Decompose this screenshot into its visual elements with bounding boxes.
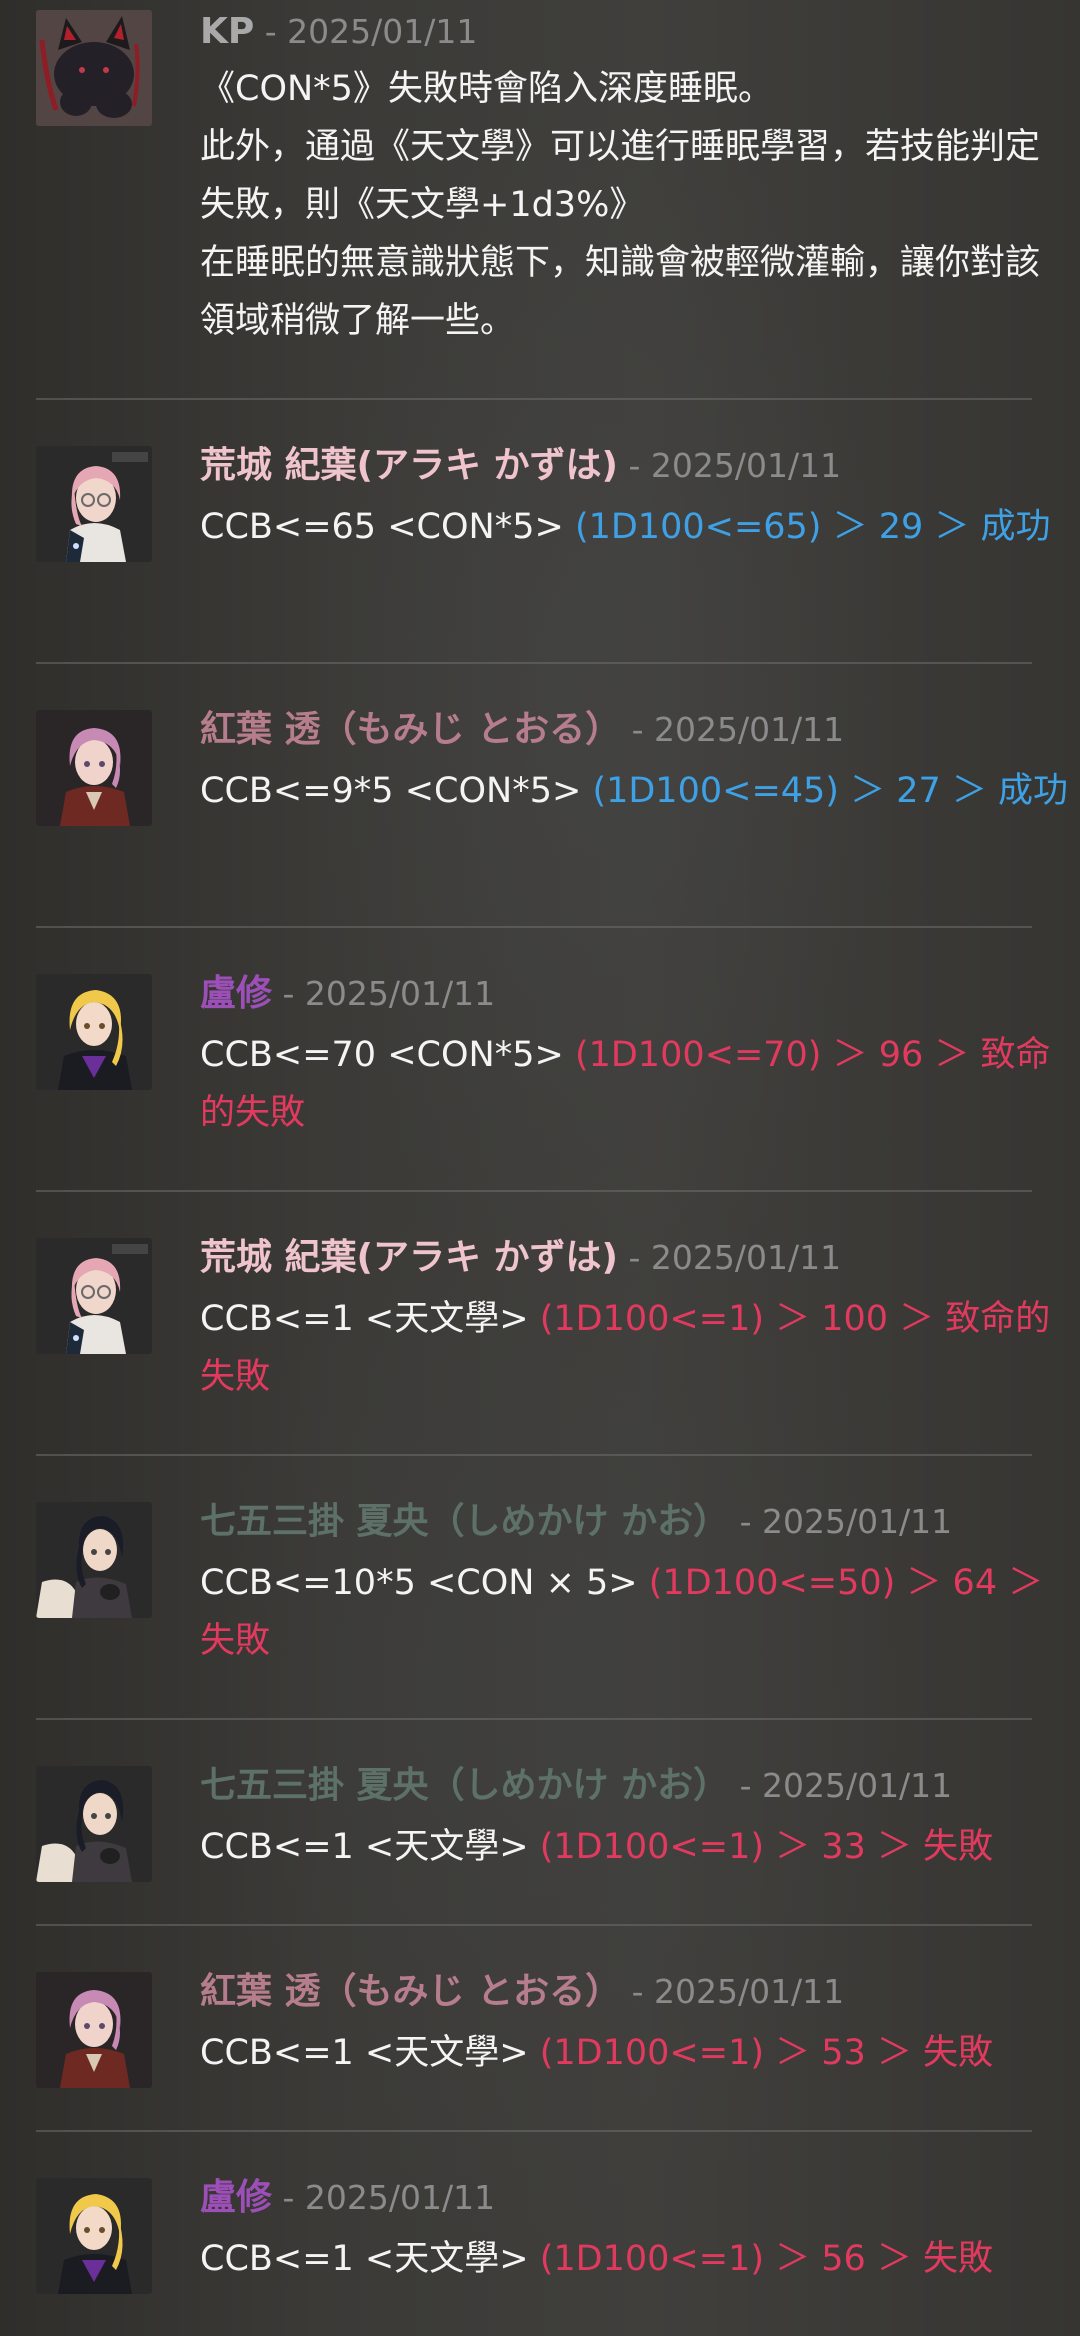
message-body: CCB<=9*5 <CON*5> (1D100<=45) ＞ 27 ＞ 成功 bbox=[200, 762, 1070, 820]
timestamp: 2025/01/11 bbox=[650, 446, 842, 485]
author-name: 盧修 bbox=[200, 2177, 273, 2218]
separator: - bbox=[272, 974, 305, 1013]
avatar-kao[interactable] bbox=[36, 1502, 152, 1618]
dice-result: (1D100<=45) ＞ 27 ＞ 成功 bbox=[592, 771, 1068, 811]
avatar-toru[interactable] bbox=[36, 710, 152, 826]
separator: - bbox=[254, 12, 288, 51]
dice-command: CCB<=1 <天文學> bbox=[200, 2239, 529, 2279]
separator: - bbox=[621, 1972, 654, 2011]
avatar-kazuha[interactable] bbox=[36, 1238, 152, 1354]
character-portrait-icon bbox=[36, 1238, 152, 1354]
chat-message: 盧修 - 2025/01/11 CCB<=70 <CON*5> (1D100<=… bbox=[36, 926, 1051, 1192]
message-line: 在睡眠的無意識狀態下，知識會被輕微灌輸，讓你對該領域稍微了解一些。 bbox=[200, 243, 1041, 341]
author-name: 七五三掛 夏央（しめかけ かお） bbox=[200, 1765, 730, 1806]
dice-result: (1D100<=1) ＞ 56 ＞ 失敗 bbox=[539, 2239, 994, 2279]
dice-result: (1D100<=1) ＞ 33 ＞ 失敗 bbox=[539, 1827, 994, 1867]
chat-message: 荒城 紀葉(アラキ かずは) - 2025/01/11 CCB<=65 <CON… bbox=[36, 398, 1051, 664]
chat-message: 紅葉 透（もみじ とおる） - 2025/01/11 CCB<=1 <天文學> … bbox=[36, 1924, 1032, 2132]
author-name: KP bbox=[200, 11, 255, 52]
message-body: CCB<=65 <CON*5> (1D100<=65) ＞ 29 ＞ 成功 bbox=[200, 498, 1070, 556]
message-body: CCB<=1 <天文學> (1D100<=1) ＞ 33 ＞ 失敗 bbox=[200, 1818, 1070, 1876]
black-cat-avatar-icon bbox=[36, 10, 152, 126]
dice-command: CCB<=10*5 <CON × 5> bbox=[200, 1563, 638, 1603]
separator: - bbox=[617, 1238, 651, 1277]
chat-message: 紅葉 透（もみじ とおる） - 2025/01/11 CCB<=9*5 <CON… bbox=[36, 662, 1068, 928]
avatar-kp[interactable] bbox=[36, 10, 152, 126]
message-header: KP - 2025/01/11 bbox=[200, 12, 1070, 52]
message-body: CCB<=70 <CON*5> (1D100<=70) ＞ 96 ＞ 致命的失敗 bbox=[200, 1026, 1070, 1142]
character-portrait-icon bbox=[36, 1766, 152, 1882]
message-header: 荒城 紀葉(アラキ かずは) - 2025/01/11 bbox=[200, 1238, 1070, 1278]
dice-command: CCB<=65 <CON*5> bbox=[200, 507, 564, 547]
separator: - bbox=[729, 1502, 762, 1541]
timestamp: 2025/01/11 bbox=[761, 1766, 953, 1805]
message-line: 《CON*5》失敗時會陷入深度睡眠。 bbox=[200, 69, 773, 109]
message-header: 七五三掛 夏央（しめかけ かお） - 2025/01/11 bbox=[200, 1502, 1070, 1542]
message-line: 此外，通過《天文學》可以進行睡眠學習，若技能判定失敗，則《天文學+1d3%》 bbox=[200, 127, 1041, 225]
character-portrait-icon bbox=[36, 974, 152, 1090]
dice-command: CCB<=70 <CON*5> bbox=[200, 1035, 564, 1075]
timestamp: 2025/01/11 bbox=[304, 974, 496, 1013]
dice-result: (1D100<=65) ＞ 29 ＞ 成功 bbox=[574, 507, 1051, 547]
author-name: 荒城 紀葉(アラキ かずは) bbox=[200, 445, 618, 486]
character-portrait-icon bbox=[36, 446, 152, 562]
message-body: CCB<=1 <天文學> (1D100<=1) ＞ 100 ＞ 致命的失敗 bbox=[200, 1290, 1070, 1406]
separator: - bbox=[729, 1766, 762, 1805]
message-header: 盧修 - 2025/01/11 bbox=[200, 974, 1070, 1014]
dice-command: CCB<=1 <天文學> bbox=[200, 2033, 529, 2073]
character-portrait-icon bbox=[36, 1502, 152, 1618]
separator: - bbox=[272, 2178, 305, 2217]
author-name: 紅葉 透（もみじ とおる） bbox=[200, 1971, 622, 2012]
chat-message: 七五三掛 夏央（しめかけ かお） - 2025/01/11 CCB<=10*5 … bbox=[36, 1454, 1043, 1720]
chat-message: KP - 2025/01/11 《CON*5》失敗時會陷入深度睡眠。 此外，通過… bbox=[36, 0, 1040, 400]
avatar-roshu[interactable] bbox=[36, 2178, 152, 2294]
separator: - bbox=[621, 710, 654, 749]
dice-command: CCB<=9*5 <CON*5> bbox=[200, 771, 582, 811]
character-portrait-icon bbox=[36, 710, 152, 826]
character-portrait-icon bbox=[36, 1972, 152, 2088]
dice-command: CCB<=1 <天文學> bbox=[200, 1299, 529, 1339]
avatar-kao[interactable] bbox=[36, 1766, 152, 1882]
chat-message: 荒城 紀葉(アラキ かずは) - 2025/01/11 CCB<=1 <天文學>… bbox=[36, 1190, 1050, 1456]
message-header: 紅葉 透（もみじ とおる） - 2025/01/11 bbox=[200, 710, 1070, 750]
avatar-kazuha[interactable] bbox=[36, 446, 152, 562]
timestamp: 2025/01/11 bbox=[653, 1972, 845, 2011]
timestamp: 2025/01/11 bbox=[287, 12, 478, 51]
author-name: 盧修 bbox=[200, 973, 273, 1014]
author-name: 七五三掛 夏央（しめかけ かお） bbox=[200, 1501, 730, 1542]
dice-command: CCB<=1 <天文學> bbox=[200, 1827, 529, 1867]
timestamp: 2025/01/11 bbox=[761, 1502, 953, 1541]
chat-message: 七五三掛 夏央（しめかけ かお） - 2025/01/11 CCB<=1 <天文… bbox=[36, 1718, 1032, 1926]
author-name: 荒城 紀葉(アラキ かずは) bbox=[200, 1237, 618, 1278]
message-header: 荒城 紀葉(アラキ かずは) - 2025/01/11 bbox=[200, 446, 1070, 486]
avatar-toru[interactable] bbox=[36, 1972, 152, 2088]
message-header: 紅葉 透（もみじ とおる） - 2025/01/11 bbox=[200, 1972, 1070, 2012]
character-portrait-icon bbox=[36, 2178, 152, 2294]
timestamp: 2025/01/11 bbox=[304, 2178, 496, 2217]
message-body: CCB<=10*5 <CON × 5> (1D100<=50) ＞ 64 ＞ 失… bbox=[200, 1554, 1070, 1670]
avatar-roshu[interactable] bbox=[36, 974, 152, 1090]
message-body: 《CON*5》失敗時會陷入深度睡眠。 此外，通過《天文學》可以進行睡眠學習，若技… bbox=[200, 60, 1070, 350]
message-header: 七五三掛 夏央（しめかけ かお） - 2025/01/11 bbox=[200, 1766, 1070, 1806]
message-body: CCB<=1 <天文學> (1D100<=1) ＞ 53 ＞ 失敗 bbox=[200, 2024, 1070, 2082]
message-header: 盧修 - 2025/01/11 bbox=[200, 2178, 1070, 2218]
timestamp: 2025/01/11 bbox=[653, 710, 845, 749]
message-body: CCB<=1 <天文學> (1D100<=1) ＞ 56 ＞ 失敗 bbox=[200, 2230, 1070, 2288]
separator: - bbox=[617, 446, 651, 485]
dice-result: (1D100<=1) ＞ 53 ＞ 失敗 bbox=[539, 2033, 994, 2073]
timestamp: 2025/01/11 bbox=[650, 1238, 842, 1277]
author-name: 紅葉 透（もみじ とおる） bbox=[200, 709, 622, 750]
chat-message: 盧修 - 2025/01/11 CCB<=1 <天文學> (1D100<=1) … bbox=[36, 2130, 1032, 2336]
